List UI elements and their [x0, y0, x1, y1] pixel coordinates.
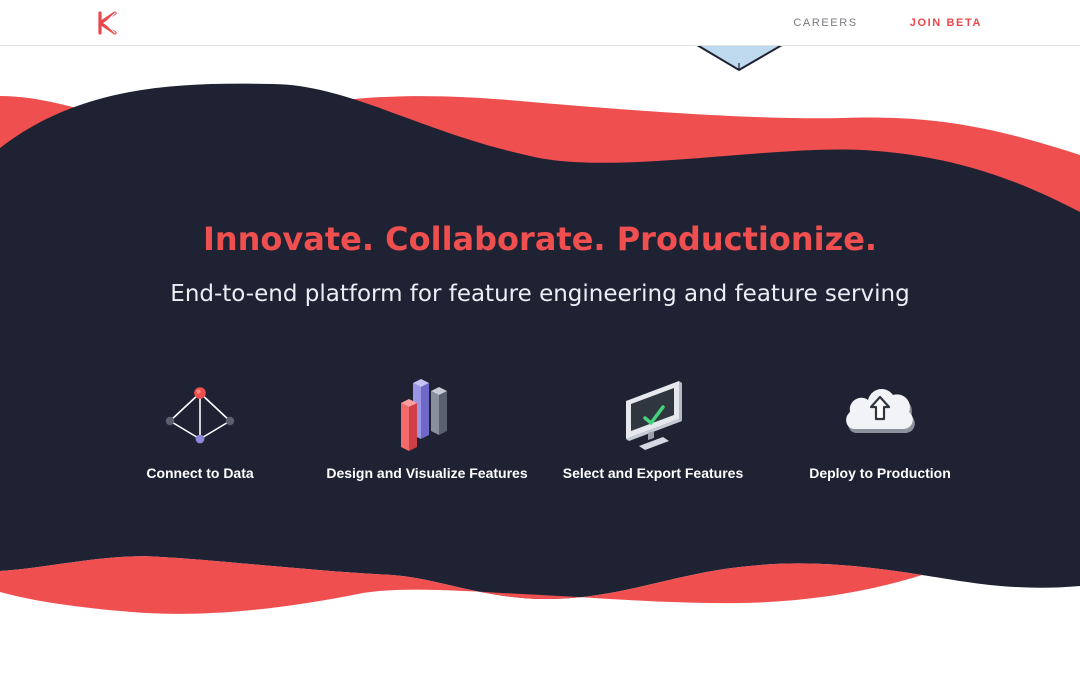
brand-logo-icon[interactable] — [96, 10, 122, 36]
hero-subtitle: End-to-end platform for feature engineer… — [170, 281, 910, 307]
feature-label: Select and Export Features — [562, 465, 744, 481]
feature-deploy-to-production: Deploy to Production — [765, 377, 995, 483]
bar-chart-icon — [401, 379, 447, 451]
feature-connect-to-data: Connect to Data — [85, 377, 315, 483]
top-navigation-bar: CAREERS JOIN BETA — [0, 0, 1080, 46]
feature-label: Deploy to Production — [809, 465, 951, 481]
monitor-check-icon — [626, 381, 682, 450]
feature-select-and-export: Select and Export Features — [538, 377, 768, 483]
feature-label: Design and Visualize Features — [326, 465, 528, 481]
feature-label: Connect to Data — [146, 465, 254, 481]
network-graph-icon — [165, 387, 235, 444]
cloud-upload-icon — [846, 388, 915, 433]
top-decorative-shape — [696, 44, 783, 72]
careers-link[interactable]: CAREERS — [793, 17, 857, 29]
landing-page: CAREERS JOIN BETA Innovate. Collaborate.… — [0, 0, 1080, 675]
join-beta-link[interactable]: JOIN BETA — [910, 17, 982, 29]
dark-band — [0, 83, 1080, 600]
background-waves — [0, 44, 1080, 614]
feature-design-and-visualize: Design and Visualize Features — [312, 377, 542, 483]
top-nav: CAREERS JOIN BETA — [793, 0, 982, 45]
hero-title: Innovate. Collaborate. Productionize. — [202, 220, 878, 258]
